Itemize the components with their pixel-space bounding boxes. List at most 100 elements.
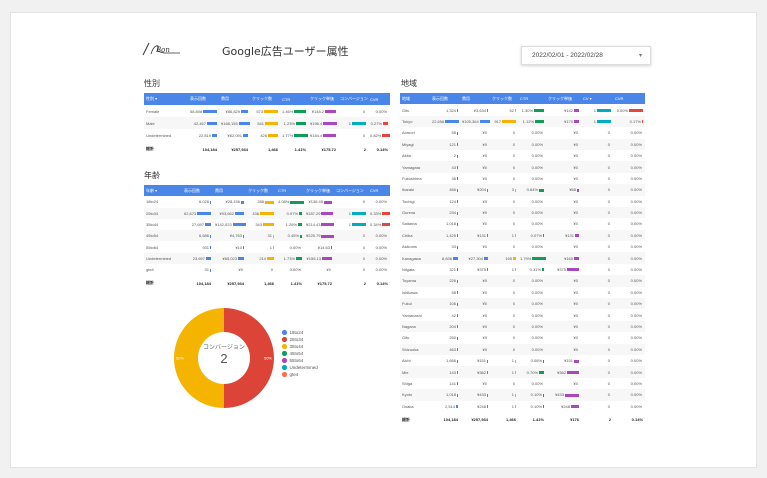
table-row[interactable]: Shiga 141 ¥0 0 0.00% ¥0 0 0.00%: [400, 378, 645, 389]
gender-cell-bar: [241, 109, 248, 113]
region-cell-text: 0.00%: [531, 198, 543, 204]
table-row[interactable]: Akita 2 ¥0 0 0.00% ¥0 0 0.00%: [400, 150, 645, 161]
table-row[interactable]: Yamanashi 42 ¥0 0 0.00% ¥0 0 0.00%: [400, 309, 645, 320]
table-row[interactable]: Osaka 2,514 ¥248 1 0.10% ¥248 0 0.00%: [400, 401, 645, 412]
age-cell-bar: [298, 223, 302, 227]
table-row[interactable]: Gifu 250 ¥0 0 0.00% ¥0 0 0.00%: [400, 332, 645, 343]
gender-column-header[interactable]: 性別 ▾: [144, 93, 188, 105]
region-column-header[interactable]: 地域: [400, 93, 430, 105]
region-cell: 0.07%: [518, 229, 546, 242]
region-cell: ¥27,304: [460, 252, 490, 264]
table-row[interactable]: Female 58,808 ¥86,829 573 1.46% ¥148.2 0 0.00%: [144, 105, 390, 117]
table-row[interactable]: Aichi 1,666 ¥151 1 0.06% ¥151 0 0.00%: [400, 355, 645, 366]
gender-column-header[interactable]: CTR: [280, 93, 308, 105]
region-cell-text: 1: [593, 118, 596, 124]
table-row[interactable]: Tokyo 22,656 ¥105,364 917 1.12% ¥170 1 0.17%: [400, 115, 645, 128]
table-row[interactable]: Yamagata 43 ¥0 0 0.00% ¥0 0 0.00%: [400, 161, 645, 173]
logo: Bon: [142, 42, 180, 56]
table-row[interactable]: Fukui 106 ¥0 0 0.00% ¥0 0 0.00%: [400, 298, 645, 310]
gender-column-header[interactable]: CVR: [368, 93, 390, 105]
table-row[interactable]: Gunma 234 ¥0 0 0.00% ¥0 0 0.00%: [400, 206, 645, 219]
table-row[interactable]: Kanagawa 8,836 ¥27,304 165 1.79% ¥165 0 0.00%: [400, 252, 645, 264]
table-row[interactable]: Nagano 204 ¥0 0 0.00% ¥0 0 0.00%: [400, 320, 645, 333]
table-row[interactable]: Miyagi 121 ¥0 0 0.00% ¥0 0 0.00%: [400, 138, 645, 150]
legend-item[interactable]: 18to24: [282, 329, 318, 336]
table-row[interactable]: Aomori 58 ¥0 0 0.00% ¥0 0 0.00%: [400, 127, 645, 138]
age-column-header[interactable]: CVR: [368, 185, 390, 197]
table-row[interactable]: Saitama 1,018 ¥0 0 0.00% ¥0 0 0.00%: [400, 218, 645, 229]
age-cell-text: 23,697: [192, 255, 205, 261]
age-cell-bar: [206, 257, 211, 261]
age-cell-bar: [241, 200, 244, 204]
age-cell: 23,697: [182, 252, 213, 265]
age-column-header[interactable]: CTR: [276, 185, 304, 197]
age-cell-bar: [210, 200, 211, 204]
gender-cell-bar: [212, 133, 217, 137]
age-cell-text: 55to64: [146, 244, 159, 250]
age-cell: 0.00%: [276, 264, 304, 275]
table-row[interactable]: gte4 31 ¥0 0 0.00% ¥0 0 0.00%: [144, 264, 390, 275]
age-column-header[interactable]: クリック数: [246, 185, 276, 197]
table-row[interactable]: Undetermined 23,697 ¥65,023 214 1.73% ¥155.13…: [144, 252, 390, 265]
table-row[interactable]: Kyoto 1,018 ¥433 1 0.10% ¥433 0 0.00%: [400, 389, 645, 401]
region-cell-text: 0.07%: [530, 232, 542, 238]
legend-item[interactable]: 35to44: [282, 343, 318, 350]
region-cell-bar: [457, 154, 458, 158]
region-cell-text: 0.00%: [531, 324, 543, 329]
table-row[interactable]: Shizuoka 463 ¥0 0 0.00% ¥0 0 0.00%: [400, 343, 645, 355]
region-cell: ¥0: [546, 241, 581, 252]
legend-item[interactable]: Undetermined: [282, 364, 318, 371]
gender-column-header[interactable]: 費用: [219, 93, 250, 105]
table-row[interactable]: Fukushima 36 ¥0 0 0.00% ¥0 0 0.00%: [400, 173, 645, 184]
table-row[interactable]: Undetermined 22,819 ¥62,091 426 1.77% ¥184.4 0…: [144, 129, 390, 141]
age-column-header[interactable]: コンバージョン: [334, 185, 368, 197]
gender-cell-bar: [268, 133, 278, 137]
table-row[interactable]: Tochigi 124 ¥0 0 0.00% ¥0 0 0.00%: [400, 196, 645, 207]
region-column-header[interactable]: 費用: [460, 93, 490, 105]
table-row[interactable]: 35to44 27,697 ¥142,023 343 1.26% ¥214.43 1 0.34…: [144, 219, 390, 230]
region-cell-text: 0: [607, 175, 610, 181]
age-column-header[interactable]: 費用: [213, 185, 246, 197]
table-row[interactable]: Gifu 1,324 ¥3,634 52 1.30% ¥142 1 5.00%: [400, 104, 645, 115]
age-cell: 214: [246, 252, 276, 265]
region-cell-text: ¥0: [573, 141, 578, 147]
region-cell: ¥0: [460, 218, 490, 229]
table-row[interactable]: Mie 143 ¥362 1 0.70% ¥362 0 0.00%: [400, 366, 645, 378]
legend-item[interactable]: gte4: [282, 371, 318, 378]
age-column-header[interactable]: クリック単価: [304, 185, 334, 197]
date-range-picker[interactable]: 2022/02/01 - 2022/02/28 ▾: [521, 46, 651, 65]
age-column-header[interactable]: 表示回数: [182, 185, 213, 197]
region-column-header[interactable]: CTR: [518, 93, 546, 105]
table-row[interactable]: Male 42,467 ¥168,155 541 1.23% ¥196.4 1 0.27%: [144, 117, 390, 129]
gender-column-header[interactable]: コンバージョン: [338, 93, 368, 105]
region-column-header[interactable]: CVR: [613, 93, 645, 105]
region-column-header[interactable]: クリック数: [490, 93, 518, 105]
region-column-header[interactable]: 表示回数: [430, 93, 460, 105]
gender-column-header[interactable]: クリック数: [250, 93, 280, 105]
gender-column-header[interactable]: 表示回数: [188, 93, 219, 105]
table-row[interactable]: 18to24 6,028 ¥28,156 288 4.08% ¥136.45 0 0.00%: [144, 196, 390, 207]
gender-cell: 0: [338, 129, 368, 141]
legend-item[interactable]: 25to34: [282, 336, 318, 343]
table-row[interactable]: Niigata 321 ¥375 1 0.31% ¥375 0 0.00%: [400, 264, 645, 275]
age-cell-text: ¥0: [326, 267, 331, 273]
table-row[interactable]: Chiba 1,425 ¥131 1 0.07% ¥131 0 0.00%: [400, 229, 645, 242]
table-row[interactable]: 45to54 6,686 ¥4,763 31 0.45% ¥225.79 0 0.00%: [144, 230, 390, 242]
legend-item[interactable]: 55to64: [282, 357, 318, 364]
region-column-header[interactable]: CV ▾: [581, 93, 613, 105]
gender-column-header[interactable]: クリック単価: [308, 93, 338, 105]
table-row[interactable]: 25to34 62,673 ¥93,662 436 0.97% ¥187.29 1 0.33%: [144, 207, 390, 219]
table-row[interactable]: Ibaraki 466 ¥204 3 0.64% ¥68 0 0.00%: [400, 184, 645, 196]
age-cell: ¥10: [213, 241, 246, 252]
table-row[interactable]: Toyama 226 ¥0 0 0.00% ¥0 0 0.00%: [400, 275, 645, 287]
table-row[interactable]: 55to64 931 ¥10 1 0.00% ¥14.63 0 0.00%: [144, 241, 390, 252]
age-column-header[interactable]: 年齢 ▾: [144, 185, 182, 197]
table-row[interactable]: Ishikawa 58 ¥0 0 0.00% ¥0 0 0.00%: [400, 287, 645, 298]
age-cell-bar: [243, 246, 244, 250]
legend-item[interactable]: 45to54: [282, 350, 318, 357]
table-row[interactable]: Asikonis 33 ¥0 0 0.00% ¥0 0 0.00%: [400, 241, 645, 252]
age-cell-bar: [273, 246, 274, 250]
region-column-header[interactable]: クリック単価: [546, 93, 581, 105]
region-cell: 0: [490, 287, 518, 298]
region-cell: Fukushima: [400, 173, 430, 184]
